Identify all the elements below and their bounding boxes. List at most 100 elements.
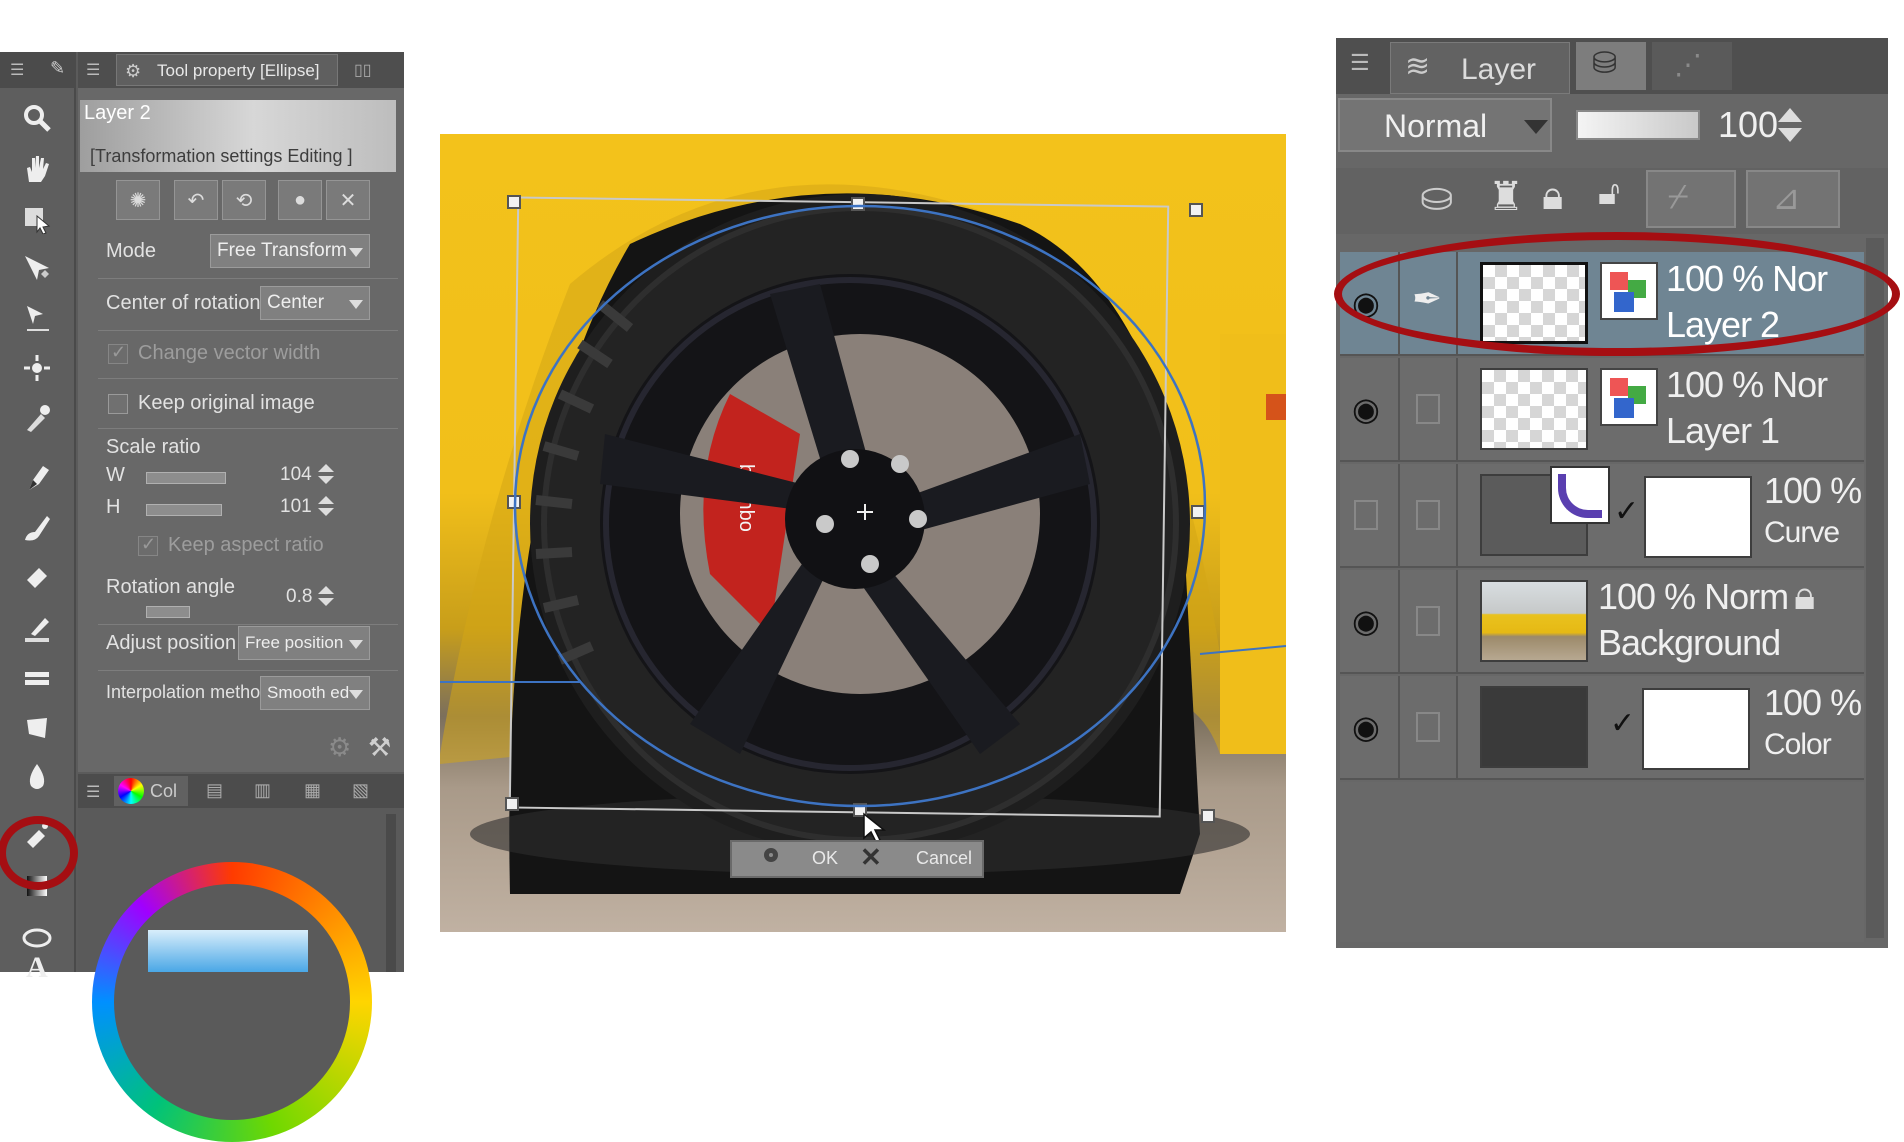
panel-menu-icon[interactable]: ☰ — [86, 782, 100, 802]
canvas-image[interactable]: brembo — [440, 134, 1286, 932]
ok-label: OK — [812, 848, 839, 868]
tab-overflow-icon[interactable]: ▯▯ — [354, 60, 372, 80]
edit-target-cell[interactable] — [1402, 464, 1458, 568]
opacity-slider[interactable] — [1576, 110, 1700, 140]
opacity-value[interactable]: 100 — [1718, 104, 1778, 146]
interpolation-method-dropdown[interactable]: Smooth ed — [260, 676, 370, 710]
frame-tool-icon[interactable] — [14, 708, 60, 748]
empty-box-icon — [1416, 606, 1440, 636]
hand-tool-icon[interactable] — [14, 148, 60, 188]
transform-settings-icon[interactable]: ✺ — [116, 180, 160, 220]
reference-layer-icon[interactable]: ♜ — [1488, 174, 1524, 220]
scale-w-down-icon[interactable] — [318, 476, 334, 484]
blend-mode-dropdown[interactable]: Normal — [1338, 98, 1552, 152]
layer-name-text: Curve — [1764, 516, 1840, 549]
ok-button[interactable]: OK — [736, 844, 856, 874]
opacity-up-icon[interactable] — [1778, 108, 1802, 122]
color-panel-scrollbar[interactable] — [386, 814, 396, 972]
move-layer-tool-icon[interactable] — [14, 248, 60, 288]
visibility-toggle[interactable]: ◉ — [1340, 570, 1400, 674]
auto-select-tool-icon[interactable] — [14, 348, 60, 388]
cancel-button[interactable]: ✕ Cancel — [860, 842, 980, 874]
layer-lock-icon: 🔒︎ — [1794, 574, 1816, 618]
tab-layer-search[interactable]: ⋰ — [1652, 42, 1732, 90]
clip-lower-layer-icon[interactable]: ⛀ — [1420, 174, 1454, 220]
scale-ratio-label: Scale ratio — [106, 436, 201, 458]
edit-target-cell[interactable] — [1402, 570, 1458, 674]
edit-target-cell[interactable] — [1402, 358, 1458, 462]
lock-layer-icon[interactable]: 🔒︎ — [1542, 174, 1563, 219]
palette-menu-icon[interactable]: ☰ — [10, 60, 24, 80]
tab-tool-property[interactable]: ⚙ Tool property [Ellipse] — [116, 54, 338, 86]
visibility-toggle[interactable] — [1340, 464, 1400, 568]
object-tool-icon[interactable] — [14, 198, 60, 238]
operation-tool-icon[interactable] — [14, 298, 60, 338]
adjust-position-dropdown[interactable]: Free position — [238, 626, 370, 660]
figure-tool-icon[interactable] — [14, 658, 60, 698]
opacity-down-icon[interactable] — [1778, 128, 1802, 142]
keep-original-image-label: Keep original image — [138, 392, 315, 414]
wheel-illustration: brembo — [440, 184, 1286, 894]
scale-w-label: W — [106, 464, 125, 486]
rotation-angle-slider[interactable] — [146, 606, 190, 618]
cancel-transform-icon[interactable]: ✕ — [326, 180, 370, 220]
tab-color-wheel[interactable]: Col — [114, 776, 188, 806]
chevron-down-icon — [349, 248, 363, 257]
visibility-toggle[interactable]: ◉ — [1340, 676, 1400, 780]
color-set-tab-icon[interactable]: ▤ — [206, 780, 223, 801]
color-square[interactable] — [148, 930, 308, 972]
tool-property-panel: ☰ ⚙ Tool property [Ellipse] ▯▯ Layer 2 [… — [78, 52, 404, 772]
color-history-tab-icon[interactable]: ▧ — [352, 780, 369, 801]
zoom-tool-icon[interactable] — [14, 98, 60, 138]
tab-layer-property[interactable]: ⛁ — [1576, 42, 1646, 90]
pen-tool-icon[interactable] — [14, 458, 60, 498]
rotation-angle-value[interactable]: 0.8 — [286, 586, 312, 608]
rotation-down-icon[interactable] — [318, 598, 334, 606]
intermediate-color-tab-icon[interactable]: ▥ — [254, 780, 271, 801]
change-vector-width-checkbox[interactable]: ✓ — [108, 342, 128, 364]
mode-dropdown[interactable]: Free Transform — [210, 234, 370, 268]
divider — [98, 428, 398, 429]
fill-tool-icon[interactable] — [14, 756, 60, 796]
divider — [98, 278, 398, 279]
tab-layer[interactable]: ≋ Layer — [1390, 42, 1570, 94]
layer-row-background[interactable]: ◉ 100 % Norm Background 🔒︎ — [1340, 570, 1864, 674]
rotation-up-icon[interactable] — [318, 586, 334, 594]
eyedropper-tool-icon[interactable] — [14, 398, 60, 438]
mask-toggle-button[interactable]: ⌿ — [1646, 170, 1736, 228]
panel-menu-icon[interactable]: ☰ — [1350, 50, 1370, 76]
eraser-tool-icon[interactable] — [14, 558, 60, 598]
layer-row-color[interactable]: ◉ ✓ 100 % Color — [1340, 676, 1864, 780]
approximate-color-tab-icon[interactable]: ▦ — [304, 780, 321, 801]
scale-h-up-icon[interactable] — [318, 496, 334, 504]
cancel-x-icon: ✕ — [860, 842, 882, 872]
layer-list-scrollbar[interactable] — [1866, 238, 1884, 938]
scale-h-value[interactable]: 101 — [280, 496, 312, 518]
scale-w-slider[interactable] — [146, 472, 226, 484]
lock-transparency-icon[interactable]: 🔓︎ — [1598, 174, 1620, 213]
reset-transform-icon[interactable]: ↶ — [174, 180, 218, 220]
layer-row-layer1[interactable]: ◉ 100 % Nor Layer 1 — [1340, 358, 1864, 462]
chevron-down-icon — [1524, 120, 1548, 134]
ruler-toggle-button[interactable]: ⊿ — [1746, 170, 1840, 228]
keep-original-image-checkbox[interactable] — [108, 394, 128, 414]
brush-tool-icon[interactable] — [14, 508, 60, 548]
wrench-settings-icon[interactable]: ⚒ — [368, 732, 391, 763]
center-of-rotation-dropdown[interactable]: Center — [260, 286, 370, 320]
panel-menu-icon[interactable]: ☰ — [86, 60, 100, 80]
layer-row-curve[interactable]: ✓ 100 % Curve — [1340, 464, 1864, 568]
scale-w-up-icon[interactable] — [318, 464, 334, 472]
scale-w-value[interactable]: 104 — [280, 464, 312, 486]
blend-tool-icon[interactable] — [14, 608, 60, 648]
flip-transform-icon[interactable]: ⟲ — [222, 180, 266, 220]
confirm-transform-icon[interactable]: ● — [278, 180, 322, 220]
settings-gear-icon[interactable]: ⚙ — [328, 732, 351, 763]
transform-confirm-bar: OK ✕ Cancel — [730, 840, 984, 878]
scale-h-slider[interactable] — [146, 504, 222, 516]
edit-target-cell[interactable] — [1402, 676, 1458, 780]
scale-h-down-icon[interactable] — [318, 508, 334, 516]
text-tool-icon[interactable]: A — [14, 953, 60, 983]
keep-aspect-ratio-checkbox[interactable]: ✓ — [138, 534, 158, 556]
empty-box-icon — [1416, 712, 1440, 742]
visibility-toggle[interactable]: ◉ — [1340, 358, 1400, 462]
